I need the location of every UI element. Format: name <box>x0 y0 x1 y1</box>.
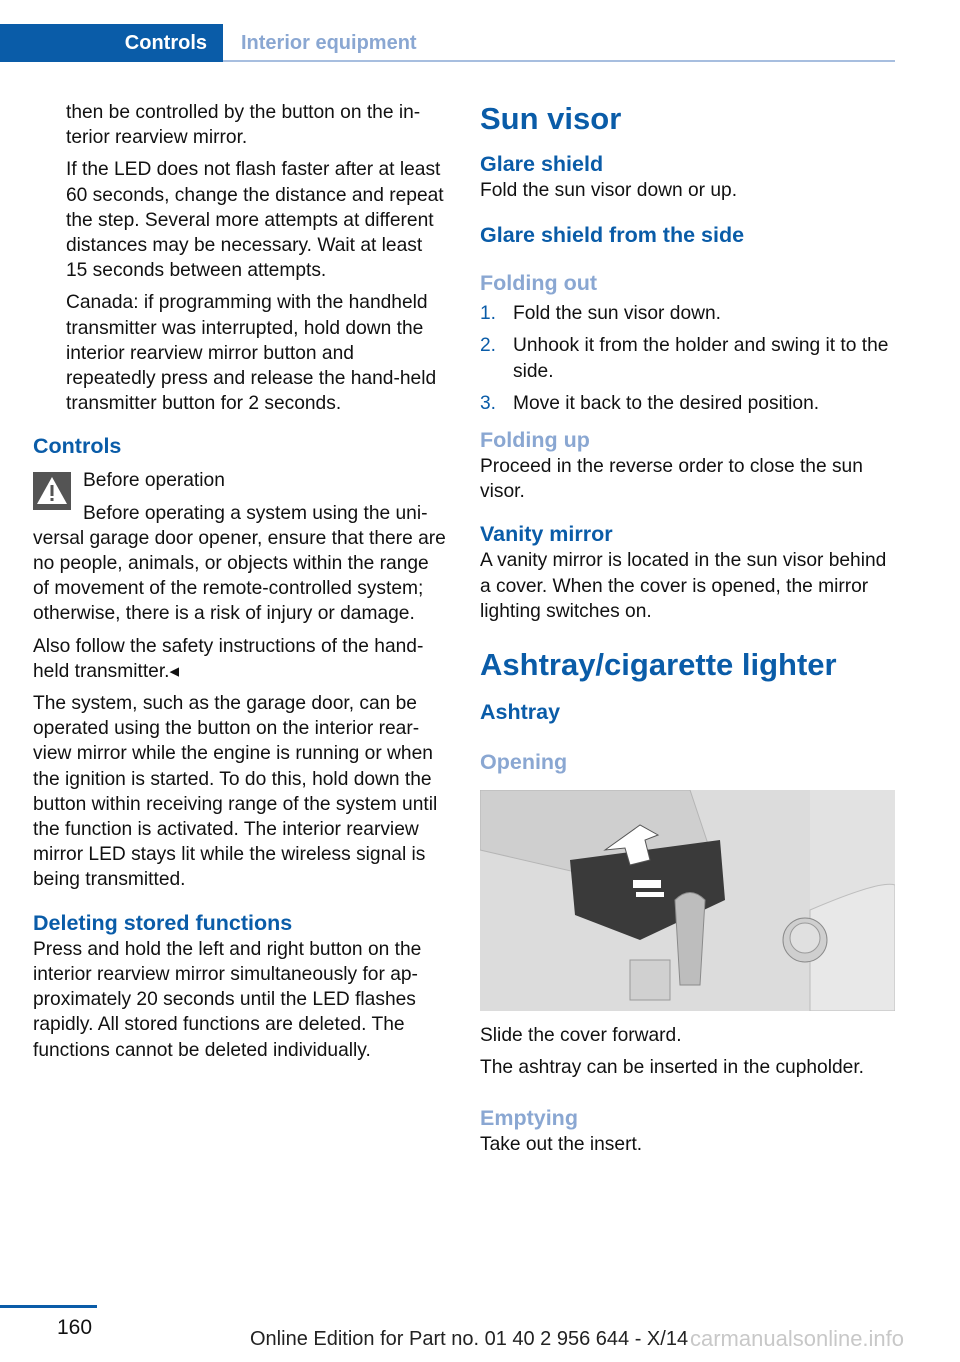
folding-out-heading: Folding out <box>480 271 598 296</box>
folding-out-steps: 1. Fold the sun visor down. 2. Unhook it f… <box>480 301 895 416</box>
deleting-heading: Deleting stored functions <box>33 910 293 935</box>
section-tab-controls: Controls <box>0 24 223 62</box>
paragraph: then be controlled by the button on the … <box>66 102 421 149</box>
ashtray-illustration <box>480 790 895 1012</box>
warning-follow: Also follow the safety instructions of t… <box>33 635 424 682</box>
step-text: Unhook it from the holder and swing it t… <box>513 335 889 382</box>
warning-text: Before operating a system using the uni­… <box>33 501 448 627</box>
paragraph: Slide the cover forward. <box>480 1025 682 1047</box>
emptying-heading: Emptying <box>480 1106 578 1131</box>
paragraph: If the LED does not flash faster after a… <box>66 159 444 282</box>
paragraph: Take out the insert. <box>480 1134 643 1156</box>
step-number: 3. <box>480 392 497 414</box>
list-item: 3. Move it back to the desired position. <box>480 391 895 416</box>
footer-rule <box>0 1305 97 1308</box>
warning-title: Before operation <box>83 470 225 492</box>
step-text: Fold the sun visor down. <box>513 303 721 325</box>
page-header: Controls Interior equipment <box>0 24 895 62</box>
ashtray-heading: Ashtray <box>480 700 561 725</box>
watermark: carmanualsonline.info <box>690 1326 905 1351</box>
right-column: Sun visor Glare shield Fold the sun viso… <box>480 100 895 1165</box>
list-item: 1. Fold the sun visor down. <box>480 301 895 326</box>
paragraph: Canada: if programming with the hand­hel… <box>66 292 437 415</box>
left-column: then be controlled by the button on the … <box>33 100 448 1070</box>
sun-visor-heading: Sun visor <box>480 101 622 136</box>
controls-heading: Controls <box>33 434 122 459</box>
step-text: Move it back to the desired position. <box>513 392 820 414</box>
step-number: 1. <box>480 303 497 325</box>
vanity-mirror-heading: Vanity mirror <box>480 522 613 547</box>
warning-text-content: Before operating a system using the uni­… <box>33 502 446 625</box>
paragraph: Proceed in the reverse order to close th… <box>480 456 863 503</box>
opening-heading: Opening <box>480 750 568 775</box>
ashtray-lighter-heading: Ashtray/cigarette lighter <box>480 647 837 683</box>
paragraph: The system, such as the garage door, can… <box>33 693 438 891</box>
step-number: 2. <box>480 335 497 357</box>
warning-block: Before operation <box>33 468 448 511</box>
paragraph: Fold the sun visor down or up. <box>480 180 738 201</box>
paragraph: The ashtray can be inserted in the cupho… <box>480 1057 864 1079</box>
section-tab-interior-equipment: Interior equipment <box>223 24 895 62</box>
folding-up-heading: Folding up <box>480 428 590 453</box>
warning-icon <box>33 472 71 511</box>
page-number: 160 <box>57 1316 93 1339</box>
glare-shield-heading: Glare shield <box>480 152 604 176</box>
paragraph: Press and hold the left and right button… <box>33 938 422 1061</box>
glare-shield-side-heading: Glare shield from the side <box>480 223 745 248</box>
edition-text: Online Edition for Part no. 01 40 2 956 … <box>250 1328 689 1350</box>
list-item: 2. Unhook it from the holder and swing it… <box>480 333 895 383</box>
paragraph: A vanity mirror is located in the sun vi… <box>480 550 887 622</box>
